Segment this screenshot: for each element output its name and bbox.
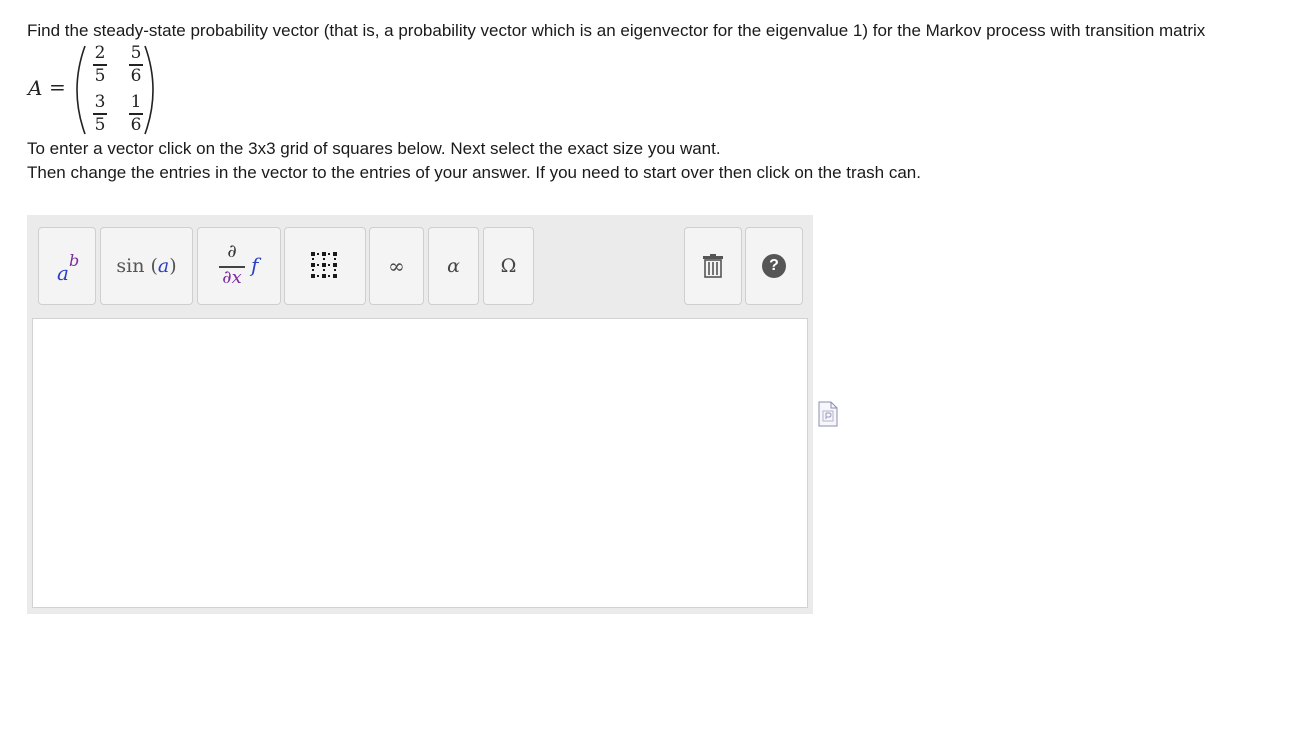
alpha-icon: α (447, 255, 460, 277)
trash-icon (703, 254, 723, 278)
symbols-button[interactable]: Ω (483, 227, 534, 305)
instruction-line-2: Then change the entries in the vector to… (27, 163, 921, 182)
trig-icon: sin (a) (116, 255, 177, 277)
derivative-button[interactable]: ∂ ∂x f (197, 227, 281, 305)
equals-sign: = (49, 75, 66, 99)
matrix-entry: 16 (129, 92, 143, 135)
power-button[interactable]: a b (38, 227, 96, 305)
infinity-button[interactable]: ∞ (369, 227, 424, 305)
file-icon[interactable] (817, 400, 839, 428)
derivative-icon: ∂ ∂x f (213, 239, 265, 293)
help-button[interactable]: ? (745, 227, 803, 305)
help-icon: ? (762, 254, 786, 278)
matrix-entry: 56 (129, 43, 143, 86)
greek-button[interactable]: α (428, 227, 479, 305)
matrix-entry: 25 (93, 43, 107, 86)
instruction-line-1: To enter a vector click on the 3x3 grid … (27, 139, 721, 158)
trig-button[interactable]: sin (a) (100, 227, 193, 305)
omega-icon: Ω (500, 255, 517, 277)
trash-button[interactable] (684, 227, 742, 305)
power-icon: a b (57, 251, 80, 285)
answer-input-area[interactable] (32, 318, 808, 608)
matrix-label: A (28, 76, 43, 100)
infinity-icon: ∞ (388, 254, 405, 278)
math-editor: a b sin (a) ∂ ∂x f ∞ α Ω ? (27, 215, 813, 614)
question-text: Find the steady-state probability vector… (27, 21, 1206, 40)
transition-matrix: A = 25 56 35 16 (27, 44, 167, 136)
grid-icon (311, 252, 337, 278)
matrix-entry: 35 (93, 92, 107, 135)
matrix-button[interactable] (284, 227, 366, 305)
